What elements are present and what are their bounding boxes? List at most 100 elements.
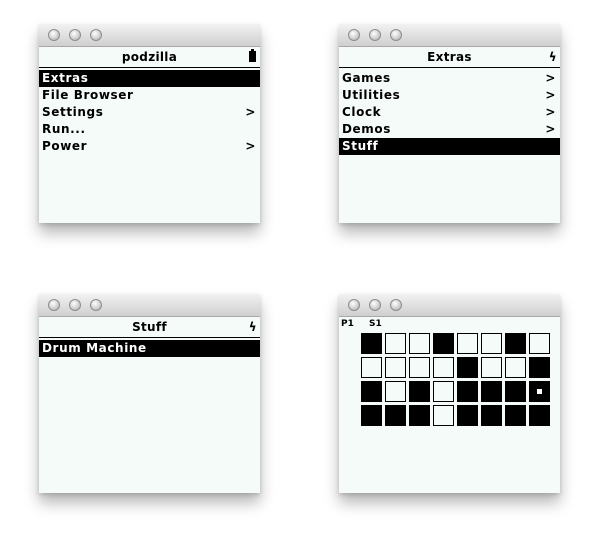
ipod-screen: P1 S1 <box>339 317 560 493</box>
menu-item-file-browser[interactable]: File Browser <box>39 87 260 104</box>
menu-item-label: Drum Machine <box>42 341 147 355</box>
chevron-right-icon: > <box>245 105 256 119</box>
pattern-label: P1 <box>341 319 354 329</box>
close-button[interactable] <box>48 29 60 41</box>
menu-item-label: Extras <box>42 71 89 85</box>
screen-header: Stuff ϟ <box>39 317 260 338</box>
ipod-screen: Stuff ϟ Drum Machine <box>39 317 260 493</box>
battery-icon <box>249 49 256 62</box>
menu-item-label: Clock <box>342 105 382 119</box>
menu-item-label: Utilities <box>342 88 401 102</box>
menu-item-label: Power <box>42 139 88 153</box>
stuff-window: Stuff ϟ Drum Machine <box>39 294 260 493</box>
menu-item-run[interactable]: Run... <box>39 121 260 138</box>
minimize-button[interactable] <box>369 29 381 41</box>
window-titlebar[interactable] <box>39 24 260 47</box>
drum-step-cell[interactable] <box>361 357 382 378</box>
drum-step-cell[interactable] <box>505 405 526 426</box>
drum-step-cell[interactable] <box>385 405 406 426</box>
close-button[interactable] <box>348 29 360 41</box>
drum-step-cell[interactable] <box>481 357 502 378</box>
menu-list: Extras File Browser Settings > Run... Power > <box>39 70 260 155</box>
menu-item-extras[interactable]: Extras <box>39 70 260 87</box>
menu-item-utilities[interactable]: Utilities > <box>339 87 560 104</box>
zoom-button[interactable] <box>90 29 102 41</box>
drum-step-cell[interactable] <box>529 405 550 426</box>
menu-list: Games > Utilities > Clock > Demos > Stuff <box>339 70 560 155</box>
menu-item-drum-machine[interactable]: Drum Machine <box>39 340 260 357</box>
chevron-right-icon: > <box>545 88 556 102</box>
drum-status: P1 S1 <box>341 319 394 329</box>
drum-step-cell[interactable] <box>361 333 382 354</box>
screen-header: podzilla <box>39 47 260 68</box>
zoom-button[interactable] <box>390 29 402 41</box>
menu-item-stuff[interactable]: Stuff <box>339 138 560 155</box>
window-titlebar[interactable] <box>39 294 260 317</box>
screen-header: Extras ϟ <box>339 47 560 68</box>
chevron-right-icon: > <box>545 71 556 85</box>
drum-step-cell[interactable] <box>385 381 406 402</box>
menu-item-clock[interactable]: Clock > <box>339 104 560 121</box>
drum-step-cell[interactable] <box>457 357 478 378</box>
menu-item-label: Games <box>342 71 391 85</box>
drum-step-cell[interactable] <box>361 381 382 402</box>
drum-step-cell[interactable] <box>385 357 406 378</box>
drum-step-cell[interactable] <box>409 357 430 378</box>
menu-list: Drum Machine <box>39 340 260 357</box>
drum-step-cell[interactable] <box>505 333 526 354</box>
drum-step-cell[interactable] <box>481 381 502 402</box>
drum-step-cell[interactable] <box>481 405 502 426</box>
ipod-screen: Extras ϟ Games > Utilities > Clock > Demos > Stu… <box>339 47 560 223</box>
drum-step-cell[interactable] <box>409 333 430 354</box>
window-titlebar[interactable] <box>339 24 560 47</box>
menu-item-settings[interactable]: Settings > <box>39 104 260 121</box>
drum-step-cell[interactable] <box>409 381 430 402</box>
minimize-button[interactable] <box>69 29 81 41</box>
menu-item-label: Demos <box>342 122 391 136</box>
drum-step-cell[interactable] <box>433 357 454 378</box>
drum-step-cell[interactable] <box>529 357 550 378</box>
drum-step-cell[interactable] <box>433 405 454 426</box>
menu-item-games[interactable]: Games > <box>339 70 560 87</box>
podzilla-window: podzilla Extras File Browser Settings > Run.… <box>39 24 260 223</box>
chevron-right-icon: > <box>545 122 556 136</box>
menu-item-power[interactable]: Power > <box>39 138 260 155</box>
step-label: S1 <box>369 319 382 329</box>
menu-item-demos[interactable]: Demos > <box>339 121 560 138</box>
drum-step-cell[interactable] <box>481 333 502 354</box>
drum-step-cell[interactable] <box>433 333 454 354</box>
drum-step-cell[interactable] <box>361 405 382 426</box>
header-title: Extras <box>427 50 472 64</box>
lightning-icon: ϟ <box>548 50 557 64</box>
extras-window: Extras ϟ Games > Utilities > Clock > Demos > Stu… <box>339 24 560 223</box>
close-button[interactable] <box>48 299 60 311</box>
minimize-button[interactable] <box>69 299 81 311</box>
window-titlebar[interactable] <box>339 294 560 317</box>
chevron-right-icon: > <box>545 105 556 119</box>
menu-item-label: Run... <box>42 122 86 136</box>
drum-step-cell[interactable] <box>505 381 526 402</box>
menu-item-label: Settings <box>42 105 104 119</box>
drum-machine-window: P1 S1 <box>339 294 560 493</box>
minimize-button[interactable] <box>369 299 381 311</box>
drum-step-cell[interactable] <box>457 381 478 402</box>
header-title: podzilla <box>121 50 178 64</box>
drum-step-cell[interactable] <box>385 333 406 354</box>
lightning-icon: ϟ <box>248 320 257 334</box>
drum-step-cell[interactable] <box>433 381 454 402</box>
drum-step-cell[interactable] <box>457 333 478 354</box>
close-button[interactable] <box>348 299 360 311</box>
drum-step-cell[interactable] <box>409 405 430 426</box>
drum-step-cell[interactable] <box>457 405 478 426</box>
zoom-button[interactable] <box>90 299 102 311</box>
ipod-screen: podzilla Extras File Browser Settings > Run.… <box>39 47 260 223</box>
chevron-right-icon: > <box>245 139 256 153</box>
menu-item-label: Stuff <box>342 139 379 153</box>
drum-step-grid <box>361 333 550 426</box>
drum-step-cell[interactable] <box>505 357 526 378</box>
header-title: Stuff <box>132 320 167 334</box>
drum-step-cell[interactable] <box>529 381 550 402</box>
menu-item-label: File Browser <box>42 88 134 102</box>
drum-step-cell[interactable] <box>529 333 550 354</box>
zoom-button[interactable] <box>390 299 402 311</box>
